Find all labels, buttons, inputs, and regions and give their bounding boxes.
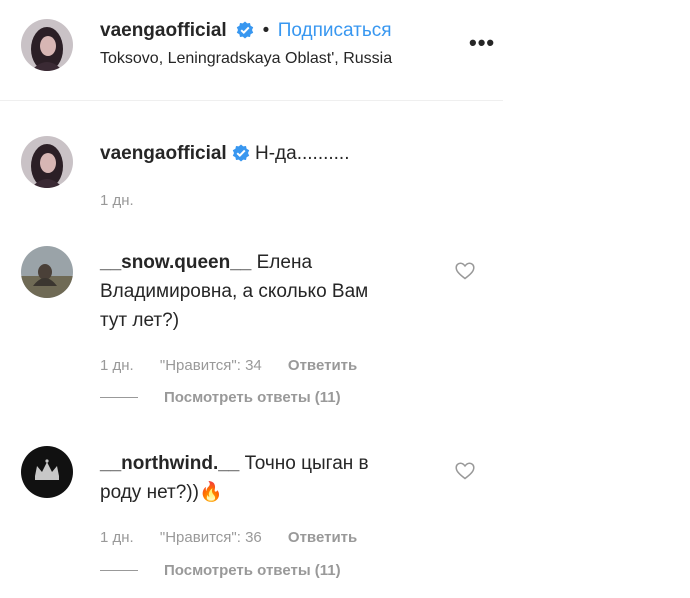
replies-divider-line: [100, 570, 138, 572]
caption-author-avatar[interactable]: [21, 136, 73, 188]
comment-timestamp[interactable]: 1 дн.: [100, 529, 134, 546]
caption: vaengaofficial Н-да..........: [100, 139, 350, 171]
verified-badge-icon: [236, 21, 254, 44]
follow-button[interactable]: Подписаться: [278, 20, 392, 41]
post-location[interactable]: Toksovo, Leningradskaya Oblast', Russia: [100, 50, 392, 68]
comment-meta: 1 дн. "Нравится": 36 Ответить: [100, 529, 379, 546]
caption-username[interactable]: vaengaofficial: [100, 143, 227, 164]
comment-text: роду нет?)): [100, 482, 199, 503]
comment-avatar[interactable]: [21, 246, 73, 298]
reply-button[interactable]: Ответить: [288, 529, 357, 546]
caption-text: Н-да..........: [255, 143, 350, 164]
caption-timestamp[interactable]: 1 дн.: [100, 192, 134, 209]
view-replies-button[interactable]: Посмотреть ответы (11): [164, 389, 341, 406]
comment-meta: 1 дн. "Нравится": 34 Ответить: [100, 357, 379, 374]
post-author-avatar[interactable]: [21, 19, 73, 71]
verified-badge-icon: [232, 142, 250, 171]
comment-text-block: __snow.queen__ Елена Владимировна, а ско…: [100, 248, 420, 335]
header-separator: •: [262, 20, 270, 41]
fire-emoji-icon: 🔥: [198, 482, 223, 503]
comment-username[interactable]: __northwind.__: [100, 453, 239, 474]
replies-divider-line: [100, 397, 138, 399]
comment-text-block: __northwind.__ Точно цыган в роду нет?))…: [100, 449, 420, 507]
comment-text: Точно цыган в: [239, 453, 369, 474]
comment-text: Владимировна, а сколько Вам: [100, 281, 369, 302]
comment-timestamp[interactable]: 1 дн.: [100, 357, 134, 374]
view-replies-button[interactable]: Посмотреть ответы (11): [164, 562, 341, 579]
post-author-username[interactable]: vaengaofficial: [100, 20, 227, 41]
comment-username[interactable]: __snow.queen__: [100, 252, 251, 273]
comment-text: Елена: [251, 252, 313, 273]
comment-likes[interactable]: "Нравится": 34: [160, 357, 262, 374]
comment-avatar[interactable]: [21, 446, 73, 498]
reply-button[interactable]: Ответить: [288, 357, 357, 374]
view-replies-row[interactable]: Посмотреть ответы (11): [100, 562, 341, 580]
header-divider: [0, 100, 503, 101]
like-comment-icon[interactable]: [455, 462, 475, 480]
comment-likes[interactable]: "Нравится": 36: [160, 529, 262, 546]
more-options-icon[interactable]: •••: [469, 30, 495, 56]
post-header: vaengaofficial • Подписаться: [100, 20, 392, 44]
view-replies-row[interactable]: Посмотреть ответы (11): [100, 389, 341, 407]
comment-text: тут лет?): [100, 310, 180, 331]
like-comment-icon[interactable]: [455, 262, 475, 280]
